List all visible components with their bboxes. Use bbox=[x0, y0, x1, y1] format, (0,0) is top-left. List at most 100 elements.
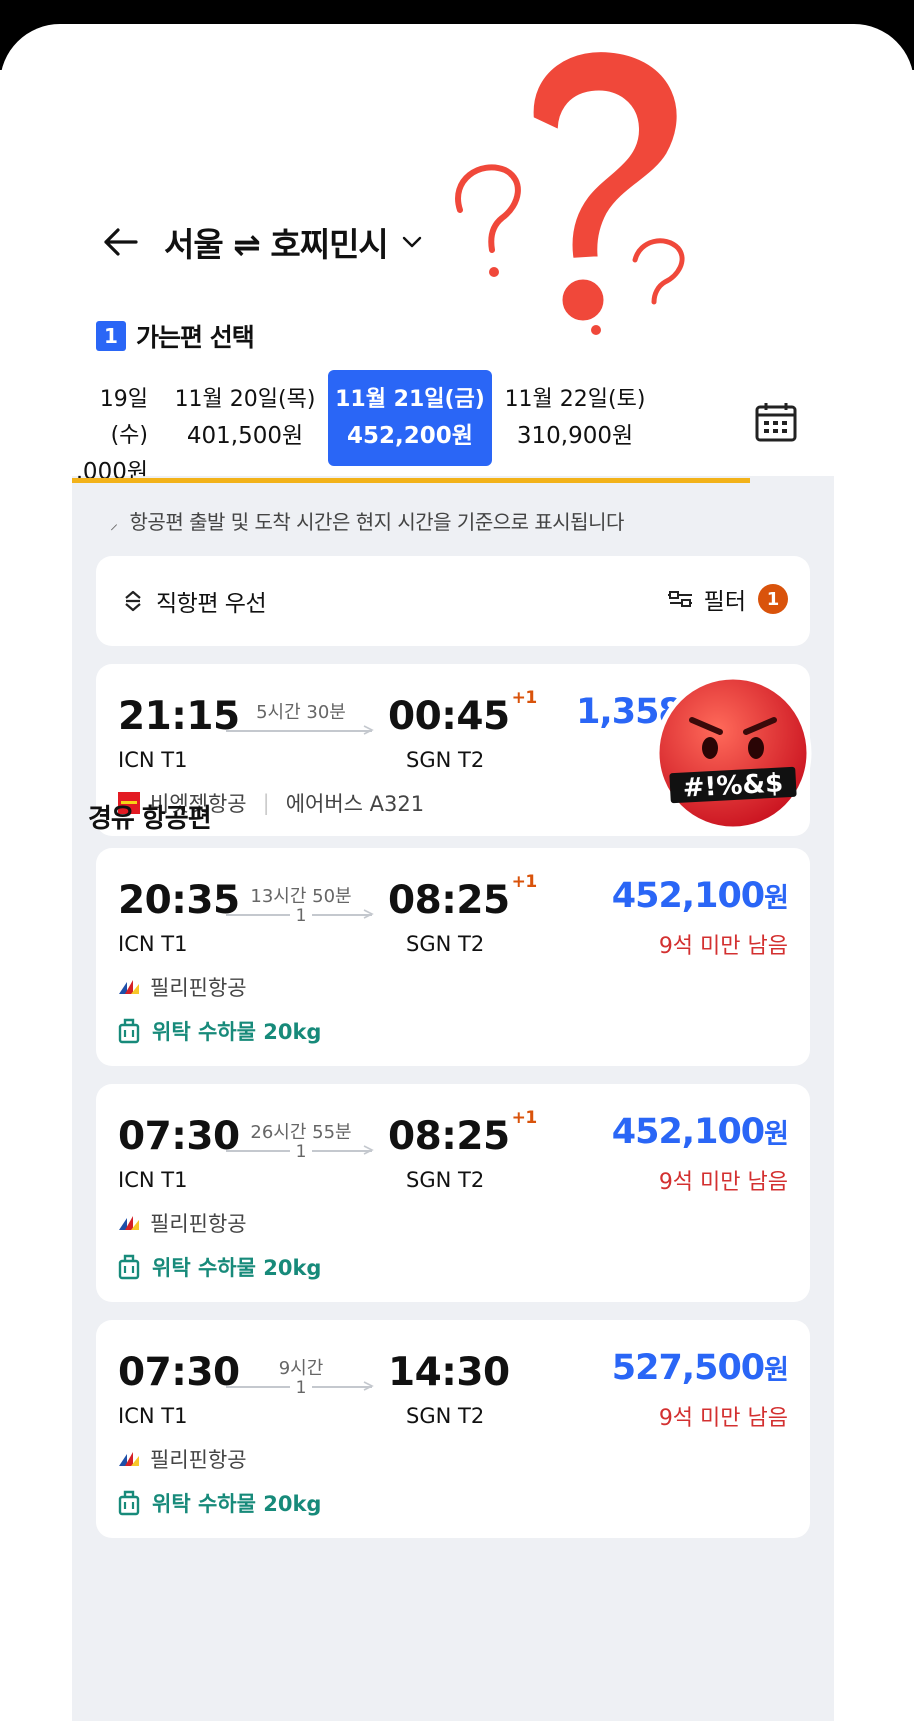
notice-text: 항공편 출발 및 도착 시간은 현지 시간을 기준으로 표시됩니다 bbox=[129, 510, 625, 534]
arrow-right-icon bbox=[363, 725, 374, 735]
next-day-marker: +1 bbox=[511, 688, 538, 708]
airline-name: 필리핀항공 bbox=[150, 1448, 247, 1472]
filter-count-badge: 1 bbox=[758, 584, 788, 614]
next-day-marker: +1 bbox=[511, 1108, 538, 1128]
filter-icon bbox=[667, 591, 692, 607]
date-selector: 19일(수) ,000원 11월 20일(목) 401,500원 11월 21일… bbox=[72, 368, 834, 485]
airline-logo-icon bbox=[119, 1216, 139, 1230]
sort-icon bbox=[125, 590, 141, 612]
date-tab[interactable]: 11월 20일(목) 401,500원 bbox=[168, 370, 322, 466]
airline-info: 필리핀항공 bbox=[118, 1444, 247, 1474]
price-value: 452,100 bbox=[611, 1112, 765, 1152]
calendar-icon[interactable] bbox=[752, 400, 800, 444]
date-tab-price: 310,900원 bbox=[516, 423, 634, 449]
baggage-allowance: 위탁 수하물 20kg bbox=[152, 1020, 322, 1044]
luggage-icon bbox=[118, 1254, 140, 1280]
airline-info: 필리핀항공 bbox=[118, 1208, 247, 1238]
baggage-allowance: 위탁 수하물 20kg bbox=[152, 1492, 322, 1516]
filter-label: 필터 bbox=[703, 589, 746, 615]
airline-name: 필리핀항공 bbox=[150, 976, 247, 1000]
flight-duration: 26시간 55분 bbox=[250, 1122, 352, 1143]
departure-time: 07:30 bbox=[118, 1350, 240, 1395]
airline-logo-icon bbox=[119, 1452, 139, 1466]
departure-time: 07:30 bbox=[118, 1114, 240, 1159]
back-arrow-icon[interactable] bbox=[100, 222, 140, 262]
date-tab[interactable]: 19일(수) ,000원 bbox=[72, 370, 148, 485]
flight-list-area: 19일(수) ,000원 11월 20일(목) 401,500원 11월 21일… bbox=[72, 368, 834, 1721]
date-tab-date: 19일(수) bbox=[99, 387, 148, 448]
flight-price: 452,100원 bbox=[611, 1112, 789, 1152]
departure-airport: ICN T1 bbox=[118, 1168, 188, 1192]
stop-count-value: 1 bbox=[289, 1142, 313, 1162]
departure-time: 20:35 bbox=[118, 878, 240, 923]
step-label: 가는편 선택 bbox=[136, 323, 255, 352]
flight-card-layover[interactable]: 07:30 9시간 1 14:30 ICN T1 SGN T2 527,500원… bbox=[96, 1320, 810, 1538]
baggage-info: 위탁 수하물 20kg bbox=[118, 1252, 321, 1282]
flight-duration: 5시간 30분 bbox=[256, 702, 346, 723]
flight-duration: 13시간 50분 bbox=[250, 886, 352, 907]
seats-remaining: 9석 미만 남음 bbox=[658, 934, 788, 959]
sort-label: 직항편 우선 bbox=[156, 591, 267, 617]
arrival-time: 00:45 +1 bbox=[388, 688, 537, 739]
flight-price: 452,100원 bbox=[611, 876, 789, 916]
stop-count-value: 1 bbox=[289, 906, 313, 926]
arrival-time-value: 14:30 bbox=[388, 1350, 510, 1395]
price-currency: 원 bbox=[764, 1355, 789, 1386]
date-tab-price: 401,500원 bbox=[186, 423, 304, 449]
price-currency: 원 bbox=[764, 1119, 789, 1150]
angry-cursing-face-icon: #!%&$ bbox=[654, 674, 812, 832]
arrival-airport: SGN T2 bbox=[406, 748, 485, 772]
layover-section-title: 경유 항공편 bbox=[88, 804, 212, 834]
airline-info: 필리핀항공 bbox=[118, 972, 247, 1002]
luggage-icon bbox=[118, 1490, 140, 1516]
duration-line bbox=[226, 730, 372, 732]
departure-airport: ICN T1 bbox=[118, 932, 188, 956]
date-tab-date: 11월 22일(토) bbox=[504, 387, 646, 412]
airline-name: 필리핀항공 bbox=[150, 1212, 247, 1236]
departure-airport: ICN T1 bbox=[118, 1404, 188, 1428]
date-tab[interactable]: 11월 22일(토) 310,900원 bbox=[500, 370, 650, 466]
divider: | bbox=[262, 791, 270, 815]
sort-filter-bar: 직항편 우선 필터 1 bbox=[96, 556, 810, 646]
sticker-text: #!%&$ bbox=[682, 768, 784, 803]
filter-button[interactable]: 필터 1 bbox=[667, 582, 788, 616]
arrival-airport: SGN T2 bbox=[406, 1404, 485, 1428]
price-currency: 원 bbox=[764, 883, 789, 914]
time-notice: ⸝ 항공편 출발 및 도착 시간은 현지 시간을 기준으로 표시됩니다 bbox=[110, 506, 624, 535]
stop-count: 1 bbox=[226, 1142, 376, 1162]
stop-count: 1 bbox=[226, 906, 376, 926]
date-tab-selected[interactable]: 11월 21일(금) 452,200원 bbox=[328, 370, 492, 466]
aircraft-type: 에어버스 A321 bbox=[285, 792, 425, 816]
next-day-marker: +1 bbox=[511, 872, 538, 892]
flight-card-layover[interactable]: 20:35 13시간 50분 1 08:25 +1 ICN T1 SGN T2 4… bbox=[96, 848, 810, 1066]
date-tab-date: 11월 21일(금) bbox=[335, 387, 485, 412]
stop-count: 1 bbox=[226, 1378, 376, 1398]
arrival-time: 08:25 +1 bbox=[388, 1108, 537, 1159]
arrival-time: 14:30 bbox=[388, 1350, 512, 1395]
arrival-airport: SGN T2 bbox=[406, 932, 485, 956]
step-indicator: 1 가는편 선택 bbox=[96, 318, 255, 354]
baggage-allowance: 위탁 수하물 20kg bbox=[152, 1256, 322, 1280]
price-value: 452,100 bbox=[611, 876, 765, 916]
date-tab-price: 452,200원 bbox=[347, 423, 473, 449]
arrival-time-value: 08:25 bbox=[388, 1114, 510, 1159]
arrival-airport: SGN T2 bbox=[406, 1168, 485, 1192]
flight-duration: 9시간 bbox=[278, 1358, 324, 1379]
arrival-time-value: 00:45 bbox=[388, 694, 510, 739]
arrival-time-value: 08:25 bbox=[388, 878, 510, 923]
baggage-info: 위탁 수하물 20kg bbox=[118, 1016, 321, 1046]
price-value: 527,500 bbox=[611, 1348, 765, 1388]
seats-remaining: 9석 미만 남음 bbox=[658, 1406, 788, 1431]
sort-button[interactable]: 직항편 우선 bbox=[122, 584, 267, 618]
stop-count-value: 1 bbox=[289, 1378, 313, 1398]
airline-logo-icon bbox=[119, 980, 139, 994]
date-underline bbox=[72, 478, 750, 483]
date-tab-date: 11월 20일(목) bbox=[174, 387, 316, 412]
luggage-icon bbox=[118, 1018, 140, 1044]
departure-airport: ICN T1 bbox=[118, 748, 188, 772]
date-tab-price: ,000원 bbox=[75, 459, 148, 485]
baggage-info: 위탁 수하물 20kg bbox=[118, 1488, 321, 1518]
flight-card-layover[interactable]: 07:30 26시간 55분 1 08:25 +1 ICN T1 SGN T2 4… bbox=[96, 1084, 810, 1302]
seats-remaining: 9석 미만 남음 bbox=[658, 1170, 788, 1195]
route-title[interactable]: 서울 ⇌ 호찌민시 bbox=[164, 218, 389, 266]
